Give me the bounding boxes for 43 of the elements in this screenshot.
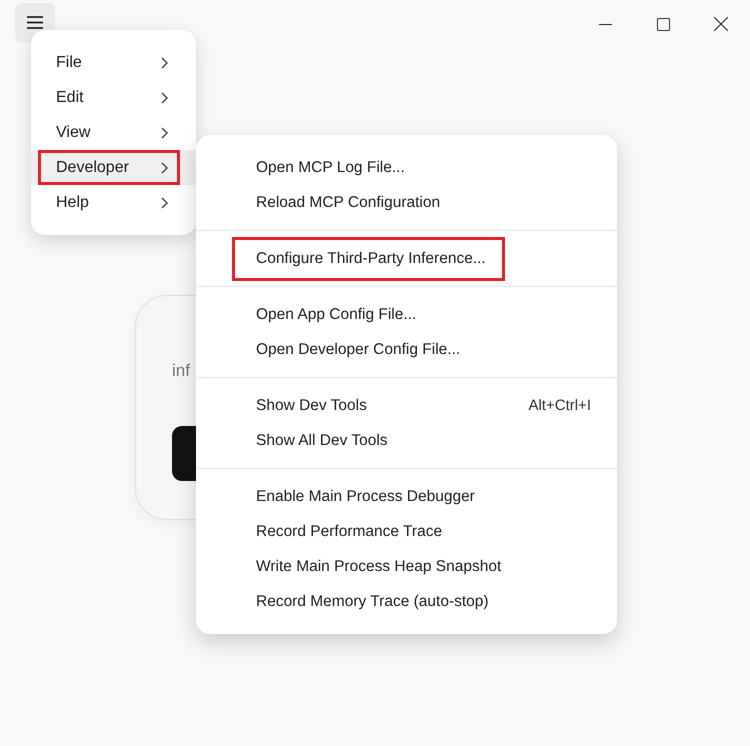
menu-item-label: View (56, 124, 90, 142)
maximize-icon (656, 18, 670, 30)
submenu-item[interactable]: Record Performance Trace (196, 514, 617, 549)
menu-item[interactable]: View (31, 115, 196, 150)
submenu-item-label: Record Memory Trace (auto-stop) (256, 592, 489, 612)
submenu-item[interactable]: Reload MCP Configuration (196, 185, 617, 220)
submenu-item-label: Enable Main Process Debugger (256, 486, 475, 506)
chevron-right-icon (161, 196, 168, 208)
menu-icon (27, 16, 43, 29)
menu-item[interactable]: Edit (31, 80, 196, 115)
menu-item[interactable]: Developer (31, 150, 196, 185)
shortcut-text: Alt+Ctrl+I (528, 397, 591, 414)
submenu-item[interactable]: Open MCP Log File... (196, 150, 617, 185)
submenu-item-label: Show Dev Tools (256, 396, 367, 416)
submenu-item[interactable]: Show All Dev Tools (196, 423, 617, 458)
submenu-item-label: Open MCP Log File... (256, 158, 405, 178)
submenu-item[interactable]: Write Main Process Heap Snapshot (196, 549, 617, 584)
card-text: inf (172, 360, 190, 382)
submenu-item[interactable]: Show Dev Tools Alt+Ctrl+I (196, 388, 617, 423)
chevron-right-icon (161, 162, 168, 174)
menu-item[interactable]: File (31, 45, 196, 80)
submenu-item-label: Open App Config File... (256, 304, 416, 324)
submenu-item[interactable]: Record Memory Trace (auto-stop) (196, 584, 617, 619)
chevron-right-icon (161, 56, 168, 68)
menu-item-label: Developer (56, 158, 129, 176)
submenu-item-label: Record Performance Trace (256, 522, 442, 542)
chevron-right-icon (161, 92, 168, 104)
menu-item-label: File (56, 54, 82, 72)
chevron-right-icon (161, 126, 168, 138)
submenu-item-label: Write Main Process Heap Snapshot (256, 556, 502, 576)
menu-item-label: Help (56, 194, 89, 212)
menu-item-label: Edit (56, 88, 84, 106)
submenu-item-label: Reload MCP Configuration (256, 192, 440, 212)
menu-item[interactable]: Help (31, 185, 196, 220)
card-button[interactable] (172, 426, 197, 481)
submenu-item[interactable]: Open App Config File... (196, 297, 617, 332)
submenu-item-label: Configure Third-Party Inference... (256, 244, 486, 274)
submenu-item-label: Show All Dev Tools (256, 430, 388, 450)
submenu-item-label: Open Developer Config File... (256, 340, 460, 360)
submenu-item[interactable]: Configure Third-Party Inference... (196, 241, 617, 276)
submenu-item[interactable]: Enable Main Process Debugger (196, 479, 617, 514)
submenu-item[interactable]: Open Developer Config File... (196, 332, 617, 367)
close-icon (714, 17, 728, 31)
